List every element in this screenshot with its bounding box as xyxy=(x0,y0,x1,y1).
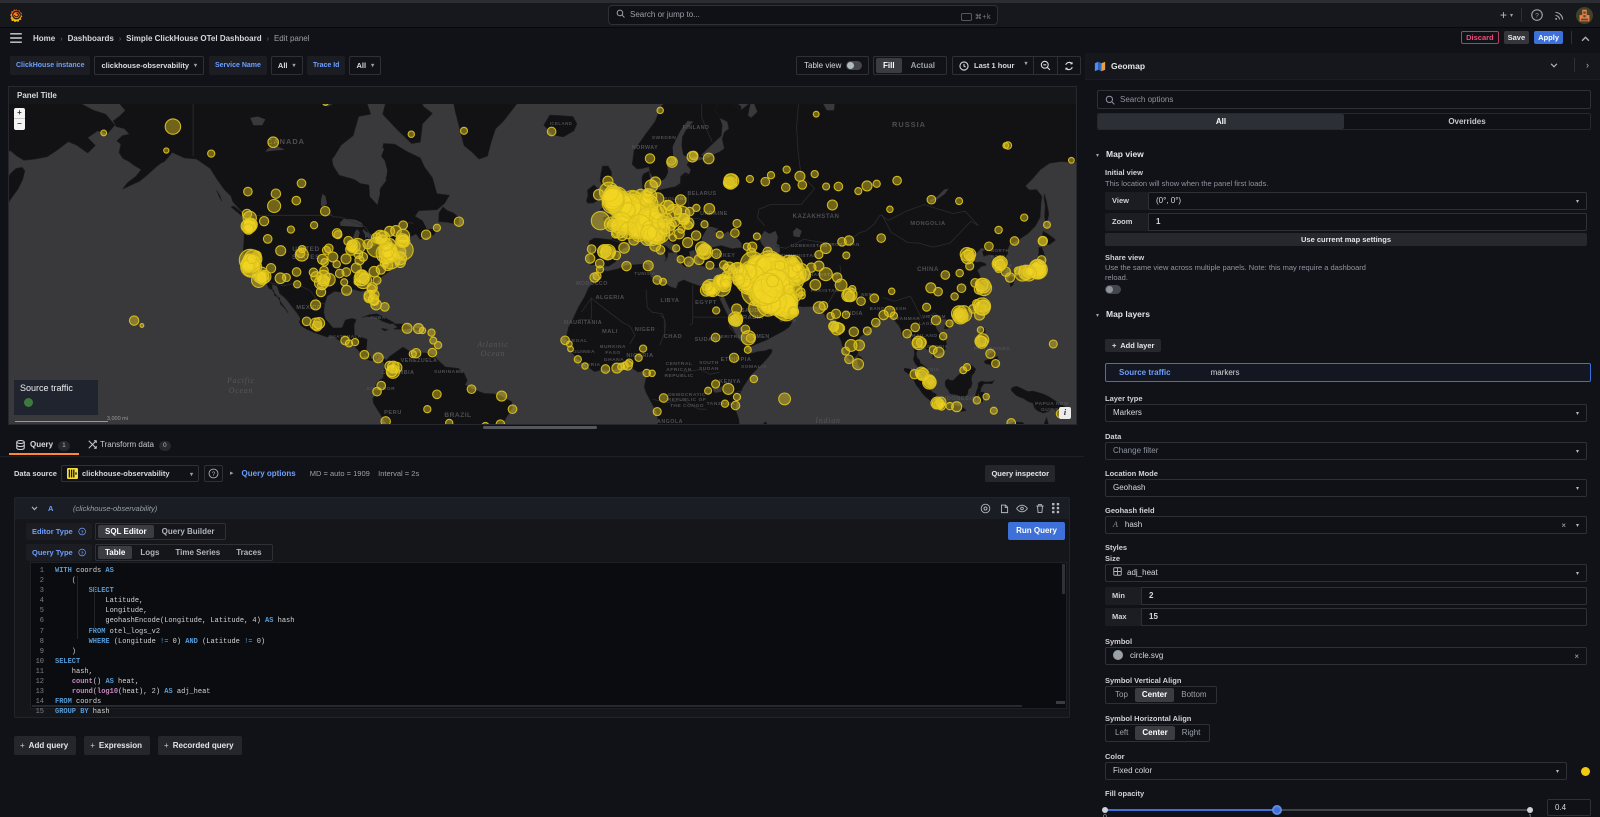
svg-text:EGYPT: EGYPT xyxy=(695,300,717,306)
svg-text:AFRICAN: AFRICAN xyxy=(666,367,692,373)
svg-text:?: ? xyxy=(212,470,216,477)
svg-text:CHAD: CHAD xyxy=(664,334,682,340)
svg-text:MAURITANIA: MAURITANIA xyxy=(564,320,602,326)
svg-text:GHANA: GHANA xyxy=(604,357,624,363)
svg-text:?: ? xyxy=(1535,13,1539,20)
svg-text:FINLAND: FINLAND xyxy=(683,125,710,131)
svg-text:PERU: PERU xyxy=(384,410,402,416)
svg-text:CHINA: CHINA xyxy=(917,266,939,273)
svg-text:KAZAKHSTAN: KAZAKHSTAN xyxy=(793,213,840,220)
svg-text:ICELAND: ICELAND xyxy=(550,121,573,126)
svg-text:CENTRAL: CENTRAL xyxy=(666,361,693,367)
svg-text:BRAZIL: BRAZIL xyxy=(444,412,471,419)
svg-text:NIGER: NIGER xyxy=(635,327,656,333)
svg-text:SURINAME: SURINAME xyxy=(434,369,464,375)
svg-text:FASO: FASO xyxy=(605,350,620,356)
svg-text:Ocean: Ocean xyxy=(229,386,254,395)
svg-text:LIBERIA: LIBERIA xyxy=(577,362,600,368)
svg-text:RUSSIA: RUSSIA xyxy=(892,120,926,129)
svg-text:VENEZUELA: VENEZUELA xyxy=(401,358,438,364)
svg-text:?: ? xyxy=(80,550,83,555)
svg-text:MALI: MALI xyxy=(602,329,618,335)
svg-text:ALGERIA: ALGERIA xyxy=(595,295,624,301)
svg-text:CUBA: CUBA xyxy=(371,315,386,320)
svg-text:SOMALIA: SOMALIA xyxy=(741,364,767,370)
svg-text:BELARUS: BELARUS xyxy=(687,191,716,197)
svg-text:SUDAN: SUDAN xyxy=(699,366,719,372)
svg-text:REPUBLIC OF: REPUBLIC OF xyxy=(668,397,707,403)
svg-text:Indian: Indian xyxy=(814,416,840,424)
svg-text:REPUBLIC: REPUBLIC xyxy=(665,373,694,379)
svg-text:SWEDEN: SWEDEN xyxy=(652,135,676,141)
svg-text:NORTH: NORTH xyxy=(991,248,1010,253)
svg-text:ANGOLA: ANGOLA xyxy=(657,419,683,424)
svg-text:Pacific: Pacific xyxy=(226,376,255,385)
svg-text:?: ? xyxy=(80,529,83,534)
svg-text:NORWAY: NORWAY xyxy=(632,145,658,151)
svg-text:Ocean: Ocean xyxy=(481,349,506,358)
svg-text:THE CONGO: THE CONGO xyxy=(670,403,704,409)
svg-text:GUINEA: GUINEA xyxy=(573,349,595,355)
svg-text:TUNISIA: TUNISIA xyxy=(634,271,656,276)
svg-text:LIBYA: LIBYA xyxy=(660,298,679,304)
svg-text:SOUTH: SOUTH xyxy=(699,360,719,366)
svg-text:BURKINA: BURKINA xyxy=(600,344,626,350)
svg-text:Atlantic: Atlantic xyxy=(476,340,508,349)
svg-text:MONGOLIA: MONGOLIA xyxy=(910,221,945,227)
